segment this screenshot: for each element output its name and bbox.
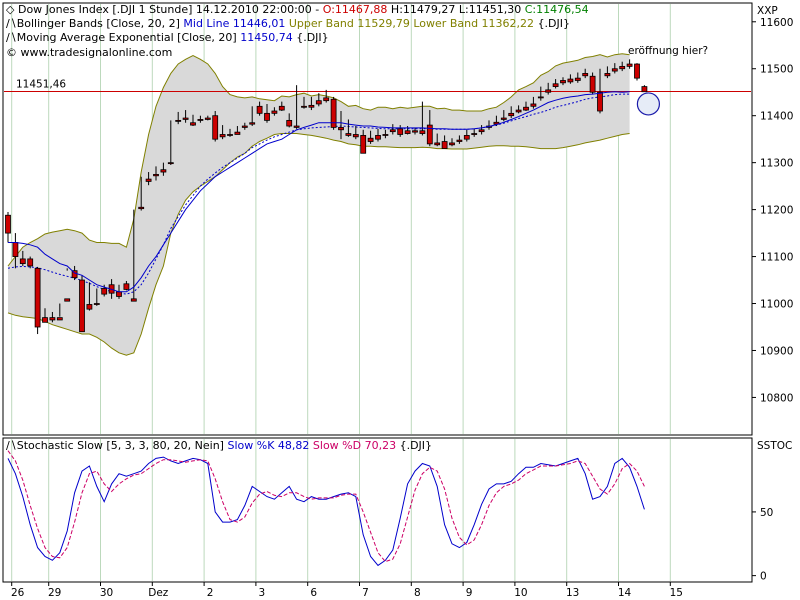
header-title: Dow Jones Index [.DJI 1 Stunde] 14.12.20… [18,3,319,16]
header-close: C:11476,54 [525,3,589,16]
x-tick-label: 13 [566,587,579,599]
chart-canvas: 11451,46 eröffnung hier? 10800 10900 11000… [0,0,800,600]
x-tick-label: 6 [310,587,317,599]
candle [331,97,336,130]
x-tick-label: Dez [148,587,169,599]
y-tick-label: 10900 [760,345,793,357]
x-tick-label: 15 [670,587,683,599]
indicator-icon: ∕∖ [6,31,17,44]
y-tick-label: 0 [760,571,767,583]
y-tick-label: 11600 [760,17,793,29]
copyright-text: © www.tradesignalonline.com [6,46,172,59]
indicator-icon: ∕∖ [6,439,17,452]
horizontal-price-line-label: 11451,46 [16,79,66,91]
price-axis-label: XXP [757,5,778,17]
price-axis: 10800 10900 11000 11100 11200 11300 11400 11500… [752,17,793,405]
x-tick-label: 30 [100,587,113,599]
y-tick-label: 11400 [760,111,793,123]
y-tick-label: 11100 [760,252,793,264]
time-axis: 26 29 30 Dez 2 3 6 7 8 9 10 13 14 15 [11,582,683,599]
candle [80,275,85,331]
y-tick-label: 50 [760,507,773,519]
stochastic-axis: 0 50 [752,507,773,583]
x-tick-label: 2 [207,587,214,599]
candle [635,63,640,80]
price-header: ◇ Dow Jones Index [.DJI 1 Stunde] 14.12.… [6,3,589,16]
y-tick-label: 11500 [760,64,793,76]
x-tick-label: 14 [618,587,632,599]
bollinger-legend: ∕∖Bollinger Bands [Close, 20, 2] Mid Lin… [6,17,570,30]
x-tick-label: 26 [11,587,25,599]
annotation-circle[interactable] [637,93,659,115]
y-tick-label: 11000 [760,299,793,311]
stochastic-panel [3,438,752,582]
header-low: L:11451,30 [459,3,521,16]
candle [213,111,218,142]
header-open: O:11467,88 [323,3,388,16]
y-tick-label: 10800 [760,392,793,404]
stochastic-axis-label: SSTOC [757,440,792,452]
x-tick-label: 3 [259,587,266,599]
y-tick-label: 11200 [760,205,793,217]
stochastic-legend: ∕∖Stochastic Slow [5, 3, 3, 80, 20, Nein… [6,439,432,452]
x-tick-label: 7 [362,587,369,599]
header-high: H:11479,27 [391,3,455,16]
candle [35,267,40,334]
annotation-text: eröffnung hier? [628,45,708,57]
y-tick-label: 11300 [760,158,793,170]
indicator-icon: ∕∖ [6,17,17,30]
header-flag-icon: ◇ [6,3,18,16]
x-tick-label: 10 [514,587,527,599]
x-tick-label: 9 [466,587,473,599]
x-tick-label: 8 [414,587,421,599]
x-tick-label: 29 [48,587,61,599]
ema-legend: ∕∖Moving Average Exponential [Close, 20]… [6,31,329,44]
